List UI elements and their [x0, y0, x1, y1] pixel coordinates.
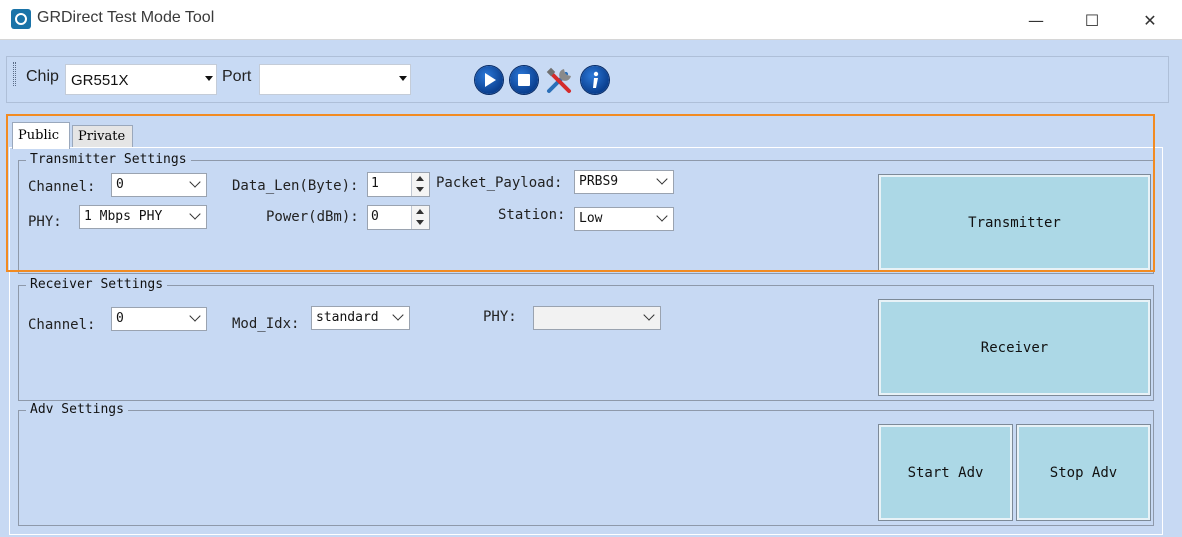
rx-phy-label: PHY:	[483, 309, 517, 325]
toolbar-grip[interactable]	[13, 62, 16, 86]
highlight-box	[6, 114, 1155, 272]
stop-adv-button[interactable]: Stop Adv	[1016, 424, 1151, 521]
close-button[interactable]: ✕	[1127, 0, 1173, 40]
adv-settings-title: Adv Settings	[26, 402, 128, 417]
stop-icon[interactable]	[510, 66, 538, 94]
maximize-button[interactable]: ☐	[1069, 0, 1115, 40]
info-icon[interactable]	[581, 66, 609, 94]
chip-value: GR551X	[71, 72, 129, 89]
minimize-button[interactable]: —	[1013, 0, 1059, 40]
rx-channel-value: 0	[116, 311, 124, 326]
chip-select[interactable]: GR551X	[65, 64, 217, 95]
port-label: Port	[222, 68, 252, 85]
chevron-down-icon	[189, 310, 201, 322]
chevron-down-icon	[392, 309, 404, 321]
receiver-settings-title: Receiver Settings	[26, 277, 168, 292]
app-logo-icon	[11, 9, 31, 29]
chip-label: Chip	[26, 68, 59, 85]
tools-icon[interactable]	[545, 66, 574, 95]
chevron-down-icon	[643, 309, 655, 321]
chevron-down-icon	[399, 76, 407, 81]
start-adv-button[interactable]: Start Adv	[878, 424, 1013, 521]
chevron-down-icon	[205, 76, 213, 81]
mod-idx-select[interactable]: standard	[311, 306, 410, 330]
play-icon[interactable]	[475, 66, 503, 94]
rx-channel-label: Channel:	[28, 317, 96, 333]
mod-idx-label: Mod_Idx:	[232, 316, 300, 332]
rx-channel-select[interactable]: 0	[111, 307, 207, 331]
port-select[interactable]	[259, 64, 411, 95]
receiver-button[interactable]: Receiver	[878, 299, 1151, 396]
rx-phy-select[interactable]	[533, 306, 661, 330]
mod-idx-value: standard	[316, 310, 379, 325]
window-title: GRDirect Test Mode Tool	[37, 9, 215, 26]
